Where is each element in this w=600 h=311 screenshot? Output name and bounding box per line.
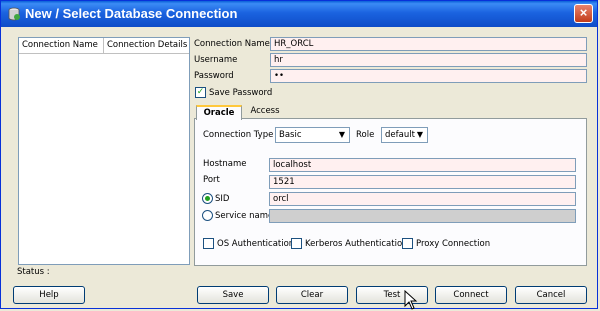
sid-label: SID [215, 194, 230, 204]
save-button[interactable]: Save [197, 286, 269, 304]
username-label: Username [194, 55, 238, 65]
password-label: Password [194, 71, 234, 81]
connection-list-header: Connection Name Connection Details [19, 38, 189, 54]
mouse-pointer-icon [404, 290, 418, 310]
save-password-label: Save Password [209, 88, 273, 98]
connection-list[interactable]: Connection Name Connection Details [18, 37, 190, 265]
database-icon [8, 7, 20, 21]
connect-button[interactable]: Connect [435, 286, 507, 304]
sid-input[interactable]: orcl [269, 192, 576, 206]
connection-name-label: Connection Name [194, 39, 270, 49]
status-label: Status : [17, 267, 50, 277]
sid-radio[interactable] [202, 193, 213, 204]
hostname-input[interactable]: localhost [269, 158, 576, 172]
password-input[interactable]: •• [270, 69, 587, 83]
port-input[interactable]: 1521 [269, 175, 576, 189]
role-select[interactable]: default ▼ [381, 127, 428, 143]
os-authentication-checkbox[interactable] [203, 238, 214, 249]
dialog-window: New / Select Database Connection × Conne… [0, 0, 598, 310]
save-password-checkbox[interactable]: ✓ [195, 87, 206, 98]
close-button[interactable]: × [574, 4, 593, 23]
title-bar[interactable]: New / Select Database Connection × [1, 1, 597, 27]
connection-type-label: Connection Type [203, 130, 274, 140]
tab-oracle[interactable]: Oracle [196, 105, 242, 120]
connection-name-input[interactable]: HR_ORCL [270, 37, 587, 51]
chevron-down-icon: ▼ [338, 130, 346, 139]
clear-button[interactable]: Clear [276, 286, 348, 304]
proxy-connection-checkbox[interactable] [402, 238, 413, 249]
hostname-label: Hostname [203, 159, 247, 169]
oracle-tab-panel: Connection Type Basic ▼ Role default ▼ H… [194, 118, 587, 266]
window-title: New / Select Database Connection [25, 6, 238, 21]
kerberos-authentication-label: Kerberos Authentication [305, 239, 408, 249]
chevron-down-icon: ▼ [416, 130, 424, 139]
help-button[interactable]: Help [13, 286, 85, 304]
connection-type-select[interactable]: Basic ▼ [275, 127, 350, 143]
close-icon: × [579, 5, 588, 20]
service-name-label: Service name [215, 211, 274, 221]
column-header-connection-details[interactable]: Connection Details [107, 40, 187, 50]
column-divider[interactable] [103, 38, 104, 54]
cancel-button[interactable]: Cancel [515, 286, 587, 304]
service-name-radio[interactable] [202, 210, 213, 221]
kerberos-authentication-checkbox[interactable] [291, 238, 302, 249]
port-label: Port [203, 175, 220, 185]
connection-type-value: Basic [279, 130, 302, 140]
proxy-connection-label: Proxy Connection [416, 239, 491, 249]
username-input[interactable]: hr [270, 53, 587, 67]
service-name-input[interactable] [269, 209, 576, 223]
role-value: default [385, 130, 415, 140]
os-authentication-label: OS Authentication [217, 239, 295, 249]
role-label: Role [356, 130, 375, 140]
tab-access[interactable]: Access [245, 105, 285, 119]
column-header-connection-name[interactable]: Connection Name [22, 40, 98, 50]
